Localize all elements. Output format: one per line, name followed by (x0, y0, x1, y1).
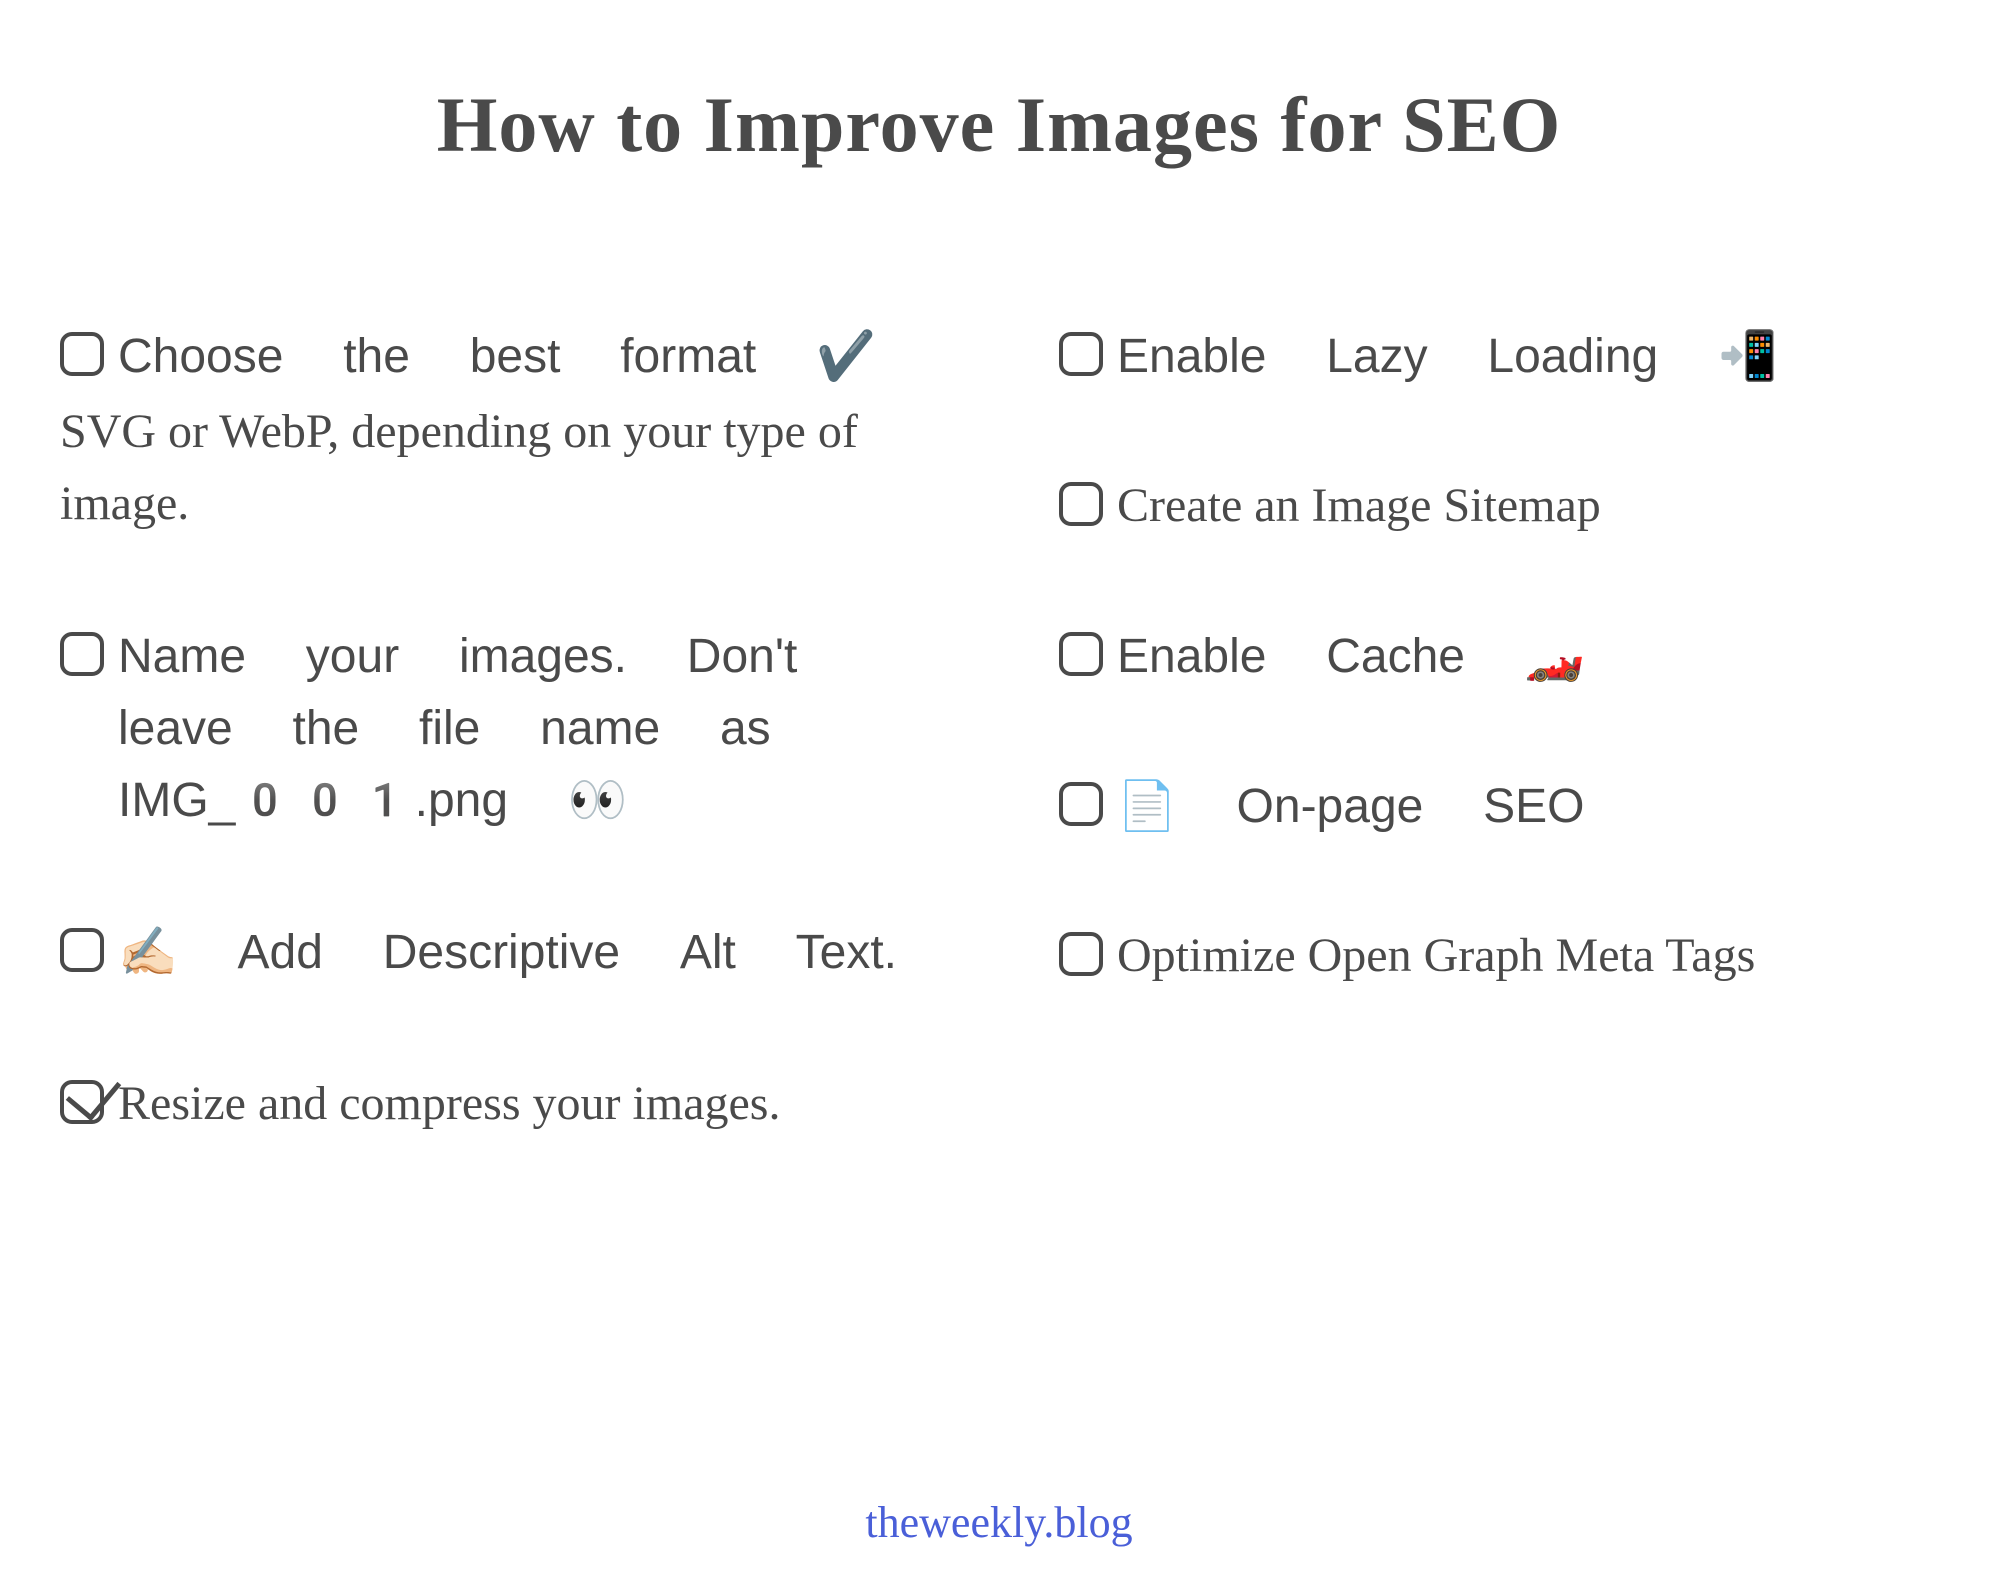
item-text: Enable Cache 🏎️ (1117, 620, 1585, 692)
checkbox-icon[interactable] (1059, 632, 1103, 676)
list-item: Name your images. Don't leave the file n… (60, 620, 939, 836)
right-column: Enable Lazy Loading 📲 Create an Image Si… (1059, 320, 1938, 1220)
checkbox-icon[interactable] (60, 332, 104, 376)
item-text: Optimize Open Graph Meta Tags (1117, 920, 1755, 992)
checkbox-icon-checked[interactable] (60, 1080, 104, 1124)
item-text: Resize and compress your images. (118, 1068, 780, 1140)
list-item: ✍🏻 Add Descriptive Alt Text. (60, 916, 939, 988)
list-item: Create an Image Sitemap (1059, 470, 1938, 542)
checkbox-icon[interactable] (1059, 932, 1103, 976)
item-text: Enable Lazy Loading 📲 (1117, 320, 1778, 392)
list-item: Enable Cache 🏎️ (1059, 620, 1938, 692)
list-item: Resize and compress your images. (60, 1068, 939, 1140)
item-text: Choose the best format ✔️ (118, 320, 876, 392)
item-text: 📄 On-page SEO (1117, 770, 1584, 842)
item-text: Create an Image Sitemap (1117, 470, 1601, 542)
list-item: Enable Lazy Loading 📲 (1059, 320, 1938, 392)
footer-credit: theweekly.blog (0, 1497, 1998, 1548)
left-column: Choose the best format ✔️ SVG or WebP, d… (60, 320, 939, 1220)
list-item: Optimize Open Graph Meta Tags (1059, 920, 1938, 992)
checkbox-icon[interactable] (1059, 482, 1103, 526)
item-text: Name your images. Don't leave the file n… (118, 620, 939, 836)
list-item: 📄 On-page SEO (1059, 770, 1938, 842)
checkbox-icon[interactable] (1059, 782, 1103, 826)
checkbox-icon[interactable] (60, 928, 104, 972)
item-subtext: SVG or WebP, depending on your type of i… (60, 396, 939, 540)
page-title: How to Improve Images for SEO (0, 0, 1998, 170)
checkbox-icon[interactable] (60, 632, 104, 676)
item-text: ✍🏻 Add Descriptive Alt Text. (118, 916, 897, 988)
list-item: Choose the best format ✔️ SVG or WebP, d… (60, 320, 939, 540)
checkbox-icon[interactable] (1059, 332, 1103, 376)
checklist-columns: Choose the best format ✔️ SVG or WebP, d… (0, 170, 1998, 1220)
